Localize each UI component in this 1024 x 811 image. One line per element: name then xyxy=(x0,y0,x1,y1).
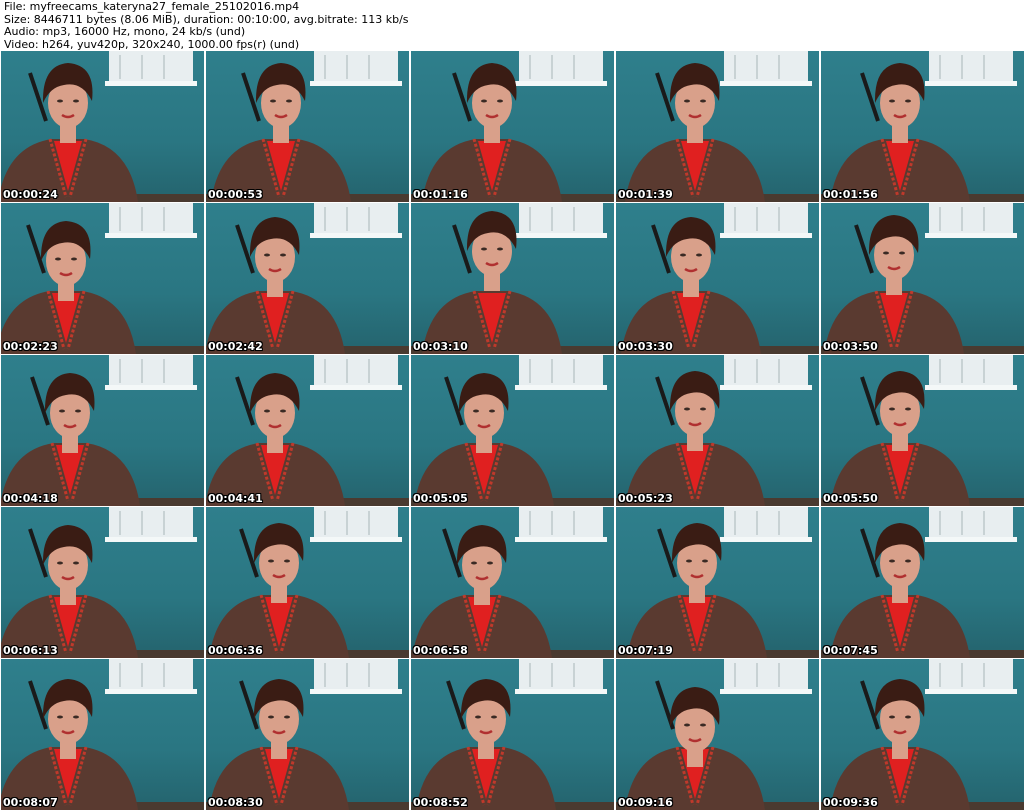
webcam-frame-image xyxy=(206,355,409,506)
timestamp-label: 00:08:07 xyxy=(3,796,58,809)
timestamp-label: 00:06:13 xyxy=(3,644,58,657)
timestamp-label: 00:09:36 xyxy=(823,796,878,809)
thumbnail-frame: 00:03:50 xyxy=(821,203,1024,354)
timestamp-label: 00:09:16 xyxy=(618,796,673,809)
timestamp-label: 00:07:45 xyxy=(823,644,878,657)
thumbnail-frame: 00:04:41 xyxy=(206,355,409,506)
timestamp-label: 00:06:36 xyxy=(208,644,263,657)
thumbnail-frame: 00:05:50 xyxy=(821,355,1024,506)
thumbnail-frame: 00:07:45 xyxy=(821,507,1024,658)
webcam-frame-image xyxy=(616,659,819,810)
webcam-frame-image xyxy=(1,203,204,354)
webcam-frame-image xyxy=(206,659,409,810)
timestamp-label: 00:06:58 xyxy=(413,644,468,657)
thumbnail-frame: 00:03:30 xyxy=(616,203,819,354)
webcam-frame-image xyxy=(1,51,204,202)
video-line: Video: h264, yuv420p, 320x240, 1000.00 f… xyxy=(4,37,300,51)
audio-line: Audio: mp3, 16000 Hz, mono, 24 kb/s (und… xyxy=(4,25,246,38)
thumbnail-frame: 00:01:16 xyxy=(411,51,614,202)
timestamp-label: 00:05:05 xyxy=(413,492,468,505)
webcam-frame-image xyxy=(206,507,409,658)
thumbnail-frame: 00:03:10 xyxy=(411,203,614,354)
timestamp-label: 00:02:23 xyxy=(3,340,58,353)
thumbnail-frame: 00:05:05 xyxy=(411,355,614,506)
thumbnail-frame: 00:01:39 xyxy=(616,51,819,202)
webcam-frame-image xyxy=(1,659,204,810)
webcam-frame-image xyxy=(821,203,1024,354)
file-info-header: File: myfreecams_kateryna27_female_25102… xyxy=(4,0,409,51)
webcam-frame-image xyxy=(616,507,819,658)
thumbnail-frame: 00:09:36 xyxy=(821,659,1024,810)
timestamp-label: 00:00:53 xyxy=(208,188,263,201)
webcam-frame-image xyxy=(821,355,1024,506)
timestamp-label: 00:04:18 xyxy=(3,492,58,505)
timestamp-label: 00:08:30 xyxy=(208,796,263,809)
webcam-frame-image xyxy=(411,203,614,354)
thumbnail-frame: 00:06:58 xyxy=(411,507,614,658)
webcam-frame-image xyxy=(206,51,409,202)
webcam-frame-image xyxy=(616,51,819,202)
thumbnail-frame: 00:04:18 xyxy=(1,355,204,506)
webcam-frame-image xyxy=(411,51,614,202)
thumbnail-frame: 00:01:56 xyxy=(821,51,1024,202)
timestamp-label: 00:03:10 xyxy=(413,340,468,353)
thumbnail-frame: 00:00:24 xyxy=(1,51,204,202)
webcam-frame-image xyxy=(616,355,819,506)
timestamp-label: 00:03:30 xyxy=(618,340,673,353)
thumbnail-frame: 00:05:23 xyxy=(616,355,819,506)
timestamp-label: 00:04:41 xyxy=(208,492,263,505)
webcam-frame-image xyxy=(616,203,819,354)
thumbnail-grid: 00:00:24 00:00:53 00:01:16 00:01:39 00:01:56… xyxy=(1,51,1024,810)
webcam-frame-image xyxy=(1,355,204,506)
timestamp-label: 00:01:56 xyxy=(823,188,878,201)
webcam-frame-image xyxy=(206,203,409,354)
timestamp-label: 00:00:24 xyxy=(3,188,58,201)
webcam-frame-image xyxy=(821,659,1024,810)
thumbnail-frame: 00:08:30 xyxy=(206,659,409,810)
thumbnail-frame: 00:00:53 xyxy=(206,51,409,202)
thumbnail-frame: 00:07:19 xyxy=(616,507,819,658)
webcam-frame-image xyxy=(411,507,614,658)
webcam-frame-image xyxy=(821,507,1024,658)
thumbnail-frame: 00:06:36 xyxy=(206,507,409,658)
timestamp-label: 00:05:50 xyxy=(823,492,878,505)
timestamp-label: 00:05:23 xyxy=(618,492,673,505)
timestamp-label: 00:01:16 xyxy=(413,188,468,201)
timestamp-label: 00:07:19 xyxy=(618,644,673,657)
thumbnail-frame: 00:09:16 xyxy=(616,659,819,810)
thumbnail-frame: 00:02:23 xyxy=(1,203,204,354)
thumbnail-frame: 00:02:42 xyxy=(206,203,409,354)
webcam-frame-image xyxy=(411,355,614,506)
webcam-frame-image xyxy=(821,51,1024,202)
thumbnail-frame: 00:06:13 xyxy=(1,507,204,658)
timestamp-label: 00:02:42 xyxy=(208,340,263,353)
thumbnail-frame: 00:08:52 xyxy=(411,659,614,810)
timestamp-label: 00:08:52 xyxy=(413,796,468,809)
file-name-line: File: myfreecams_kateryna27_female_25102… xyxy=(4,0,300,13)
thumbnail-frame: 00:08:07 xyxy=(1,659,204,810)
webcam-frame-image xyxy=(411,659,614,810)
webcam-frame-image xyxy=(1,507,204,658)
timestamp-label: 00:03:50 xyxy=(823,340,878,353)
timestamp-label: 00:01:39 xyxy=(618,188,673,201)
